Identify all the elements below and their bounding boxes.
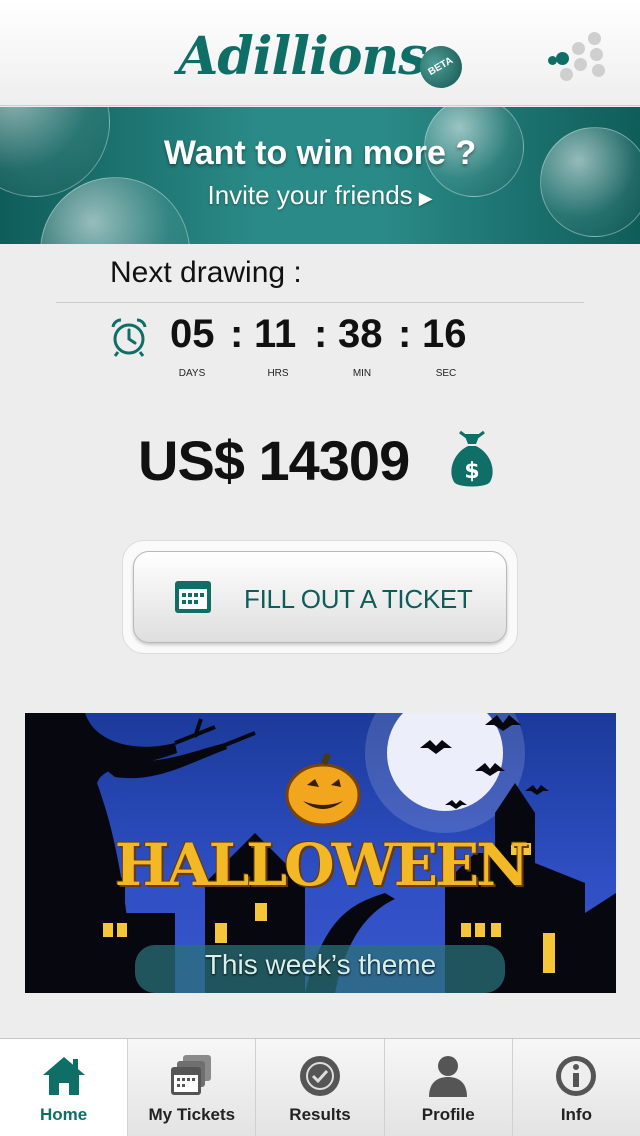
results-check-icon (300, 1056, 340, 1096)
countdown-days: 05 (170, 312, 215, 356)
tab-info[interactable]: Info (513, 1039, 640, 1136)
svg-text:$: $ (464, 459, 479, 484)
banner-invite-link[interactable]: Invite your friends ▶ (0, 180, 640, 211)
bottom-tab-bar: Home My Tickets Results Profile Info (0, 1038, 640, 1136)
profile-icon (429, 1056, 468, 1097)
theme-title: HALLOWEEN (114, 831, 529, 899)
jackpot-amount: US$ 14309 (138, 429, 410, 492)
app-logo[interactable]: Adillions (178, 26, 427, 87)
minutes-unit-label: MIN (352, 368, 372, 379)
seconds-unit-label: SEC (435, 368, 457, 379)
next-drawing-label: Next drawing : (110, 256, 302, 289)
countdown-separator: : (230, 312, 244, 356)
tab-profile[interactable]: Profile (385, 1039, 513, 1136)
app-header: Adillions BETA (0, 0, 640, 106)
countdown-hours: 11 (254, 312, 297, 356)
weekly-theme-banner[interactable]: HALLOWEEN This week’s theme (25, 713, 616, 993)
countdown-minutes: 38 (338, 312, 383, 356)
alarm-clock-icon (111, 318, 147, 357)
dots-grid-icon[interactable] (546, 30, 606, 82)
home-icon (42, 1057, 85, 1095)
fill-ticket-label[interactable]: FILL OUT A TICKET (244, 584, 473, 615)
countdown-separator: : (398, 312, 412, 356)
tab-home[interactable]: Home (0, 1039, 129, 1136)
money-bag-icon: $ (451, 430, 493, 487)
tickets-icon (170, 1055, 211, 1095)
tab-label: My Tickets (148, 1105, 236, 1124)
tab-my-tickets[interactable]: My Tickets (128, 1039, 257, 1136)
play-arrow-icon: ▶ (418, 188, 433, 208)
tab-label: Results (289, 1105, 351, 1124)
hours-unit-label: HRS (267, 368, 289, 379)
countdown-separator: : (314, 312, 328, 356)
countdown-seconds: 16 (422, 312, 467, 356)
fill-ticket-button-frame: FILL OUT A TICKET (122, 540, 518, 654)
fill-ticket-button[interactable]: FILL OUT A TICKET (133, 551, 507, 643)
divider (56, 302, 584, 303)
days-unit-label: DAYS (178, 368, 206, 379)
calendar-icon (175, 581, 211, 613)
banner-title: Want to win more ? (163, 134, 477, 172)
tab-results[interactable]: Results (256, 1039, 385, 1136)
banner-subtitle[interactable]: Invite your friends (207, 180, 412, 210)
tab-label: Info (560, 1105, 592, 1124)
info-icon (556, 1056, 597, 1096)
tab-label: Profile (421, 1105, 475, 1124)
theme-subtitle: This week’s theme (204, 949, 437, 980)
tab-label: Home (39, 1105, 88, 1124)
invite-friends-banner[interactable] (0, 107, 640, 244)
